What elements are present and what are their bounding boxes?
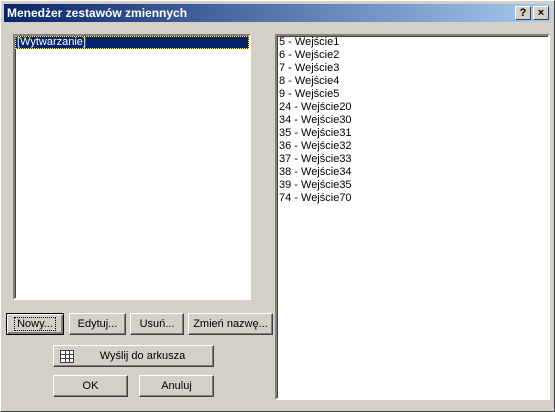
window-title: Menedżer zestawów zmiennych <box>7 6 188 20</box>
edit-button[interactable]: Edytuj... <box>69 313 126 335</box>
ok-button-label: OK <box>82 380 99 392</box>
variable-set-manager-dialog: Menedżer zestawów zmiennych ? × [Wytwarz… <box>0 0 555 412</box>
title-bar[interactable]: Menedżer zestawów zmiennych ? × <box>4 4 551 22</box>
cancel-button[interactable]: Anuluj <box>139 375 214 397</box>
list-item[interactable]: 8 - Wejście4 <box>277 75 548 88</box>
list-item[interactable]: 7 - Wejście3 <box>277 62 548 75</box>
variables-list[interactable]: 5 - Wejście1 6 - Wejście2 7 - Wejście3 8 - … <box>275 34 550 400</box>
list-item[interactable]: 39 - Wejście35 <box>277 179 548 192</box>
list-item[interactable]: 6 - Wejście2 <box>277 49 548 62</box>
cancel-button-label: Anuluj <box>161 380 192 392</box>
new-button[interactable]: Nowy... <box>6 313 64 335</box>
help-icon: ? <box>519 7 527 19</box>
send-button-label: Wyślij do arkusza <box>99 350 186 362</box>
list-item[interactable]: 74 - Wejście70 <box>277 192 548 205</box>
list-item[interactable]: [Wytwarzanie] <box>15 36 249 49</box>
list-item[interactable]: 36 - Wejście32 <box>277 140 548 153</box>
delete-button-label: Usuń... <box>139 318 175 330</box>
send-to-sheet-button[interactable]: Wyślij do arkusza <box>53 345 214 367</box>
rename-button[interactable]: Zmień nazwę... <box>188 313 273 335</box>
delete-button[interactable]: Usuń... <box>130 313 184 335</box>
list-item[interactable]: 35 - Wejście31 <box>277 127 548 140</box>
list-item-label: [Wytwarzanie] <box>17 36 86 48</box>
list-item[interactable]: 37 - Wejście33 <box>277 153 548 166</box>
edit-button-label: Edytuj... <box>77 318 118 330</box>
ok-button[interactable]: OK <box>53 375 128 397</box>
rename-button-label: Zmień nazwę... <box>193 318 268 330</box>
new-button-label: Nowy... <box>14 317 56 331</box>
spreadsheet-icon <box>60 350 74 363</box>
help-button[interactable]: ? <box>515 6 531 20</box>
list-item[interactable]: 34 - Wejście30 <box>277 114 548 127</box>
list-item[interactable]: 5 - Wejście1 <box>277 36 548 49</box>
close-icon: × <box>537 7 545 19</box>
close-button[interactable]: × <box>533 6 549 20</box>
list-item[interactable]: 24 - Wejście20 <box>277 101 548 114</box>
list-item[interactable]: 9 - Wejście5 <box>277 88 548 101</box>
list-item[interactable]: 38 - Wejście34 <box>277 166 548 179</box>
variable-sets-list[interactable]: [Wytwarzanie] <box>13 34 251 300</box>
